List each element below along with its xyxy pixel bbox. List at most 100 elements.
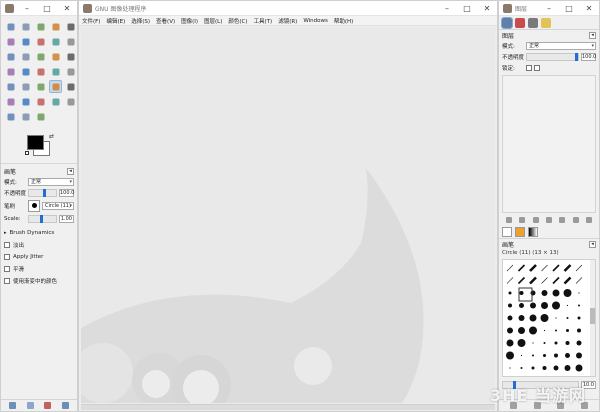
layer-opacity-knob[interactable] [575, 52, 578, 61]
brush-preset[interactable] [517, 276, 526, 285]
menu-item[interactable]: 查看(V) [156, 17, 175, 25]
lower-layer-icon[interactable] [532, 217, 539, 223]
menu-item[interactable]: 滤镜(R) [278, 17, 297, 25]
brush-scrollbar[interactable] [590, 260, 595, 376]
minimize-button[interactable]: – [17, 1, 37, 16]
fuzzy-select-icon[interactable] [49, 20, 62, 33]
dodge-icon[interactable] [34, 110, 47, 123]
brush-preset[interactable] [563, 264, 572, 272]
scale-slider-knob[interactable] [40, 214, 43, 223]
close-button[interactable]: ✕ [477, 1, 497, 16]
menu-item[interactable]: 图像(I) [181, 17, 198, 25]
menu-item[interactable]: 文件(F) [82, 17, 100, 25]
heal-icon[interactable] [49, 95, 62, 108]
brush-scroll-thumb[interactable] [590, 308, 595, 324]
brush-preset[interactable] [554, 353, 558, 358]
warp-icon[interactable] [49, 65, 62, 78]
close-button[interactable]: ✕ [57, 1, 77, 16]
brush-preset[interactable] [542, 366, 547, 370]
mode-select[interactable]: 正常 [28, 177, 74, 186]
rotate-icon[interactable] [34, 50, 47, 63]
color-picker-icon[interactable] [34, 35, 47, 48]
new-layer-icon[interactable] [505, 217, 512, 223]
brush-preset[interactable] [552, 264, 560, 272]
brush-preset[interactable] [508, 291, 512, 295]
brush-preset[interactable] [578, 304, 580, 307]
brush-preset[interactable] [575, 277, 583, 284]
brush-preset[interactable] [555, 317, 557, 319]
tab-paths-icon[interactable] [528, 17, 538, 28]
brush-preset[interactable] [578, 292, 580, 294]
minimize-button[interactable]: – [437, 1, 457, 16]
tab-menu-button[interactable]: ◂ [67, 167, 74, 175]
lock-alpha-checkbox[interactable] [534, 64, 540, 71]
brush-preset[interactable] [564, 365, 571, 371]
brush-preset[interactable] [508, 303, 512, 308]
brush-preset[interactable] [518, 327, 525, 334]
menu-item[interactable]: 图层(L) [204, 17, 222, 25]
brush-preset[interactable] [575, 364, 583, 372]
measure-icon[interactable] [49, 35, 62, 48]
option-check-row[interactable]: 淡出 [1, 239, 77, 251]
brush-preset[interactable] [506, 277, 514, 284]
brush-preset[interactable] [554, 341, 558, 345]
brush-preset[interactable] [576, 352, 582, 359]
mask-layer-icon[interactable] [572, 217, 579, 223]
brush-preset[interactable] [520, 354, 523, 357]
brush-preset[interactable] [541, 277, 548, 284]
brush-preset[interactable] [517, 339, 526, 347]
brush-preset[interactable] [529, 326, 537, 335]
paths-icon[interactable] [19, 35, 32, 48]
brush-preview[interactable] [28, 199, 40, 212]
lock-pixels-checkbox[interactable] [526, 64, 532, 71]
crop-icon[interactable] [4, 35, 17, 48]
brush-preset[interactable] [509, 367, 511, 369]
brush-preset[interactable] [541, 264, 548, 272]
tab-menu-button[interactable]: ◂ [589, 240, 596, 248]
option-check-row[interactable]: 平滑 [1, 263, 77, 275]
brush-preset[interactable] [529, 264, 537, 272]
brush-preset[interactable] [532, 342, 534, 344]
raise-layer-icon[interactable] [519, 217, 526, 223]
brush-preset[interactable] [555, 329, 557, 332]
brush-preset[interactable] [506, 351, 514, 360]
airbrush-icon[interactable] [4, 95, 17, 108]
maximize-button[interactable]: □ [457, 1, 477, 16]
brush-preset[interactable] [576, 340, 582, 346]
menu-item[interactable]: Windows [303, 18, 328, 24]
brush-preset[interactable] [566, 329, 569, 332]
blend-icon[interactable] [19, 80, 32, 93]
brush-preset[interactable] [517, 264, 526, 272]
brush-preset[interactable] [566, 317, 569, 319]
move-icon[interactable] [4, 50, 17, 63]
maximize-button[interactable]: □ [559, 1, 579, 16]
rect-select-icon[interactable] [4, 20, 17, 33]
brush-preset[interactable] [552, 276, 560, 285]
brush-preset[interactable] [520, 367, 523, 369]
save-options-icon[interactable] [9, 402, 17, 409]
flip-icon[interactable] [19, 65, 32, 78]
layer-opacity-slider[interactable] [526, 52, 579, 61]
maximize-button[interactable]: □ [37, 1, 57, 16]
checkbox[interactable] [4, 278, 10, 284]
opacity-value[interactable]: 100.0 [59, 188, 74, 197]
tab-brushes-icon[interactable] [502, 227, 512, 237]
brush-preset[interactable] [552, 301, 560, 310]
opacity-slider-knob[interactable] [43, 188, 46, 197]
default-colors-icon[interactable] [25, 151, 29, 155]
perspective-clone-icon[interactable] [64, 95, 77, 108]
close-button[interactable]: ✕ [579, 1, 599, 16]
brush-preset[interactable] [541, 290, 548, 296]
reset-options-icon[interactable] [61, 402, 69, 409]
brush-preset[interactable] [518, 315, 525, 321]
brush-preset[interactable] [563, 289, 572, 297]
zoom-icon[interactable] [64, 20, 77, 33]
layer-opacity-value[interactable]: 100.0 [581, 52, 596, 61]
clone-icon[interactable] [34, 95, 47, 108]
brush-preset[interactable] [532, 354, 534, 357]
brush-preset[interactable] [565, 353, 570, 358]
magnify-icon[interactable] [64, 35, 77, 48]
brush-preset[interactable] [507, 315, 513, 321]
brush-preset[interactable] [506, 339, 514, 347]
brush-preset[interactable] [577, 316, 581, 320]
